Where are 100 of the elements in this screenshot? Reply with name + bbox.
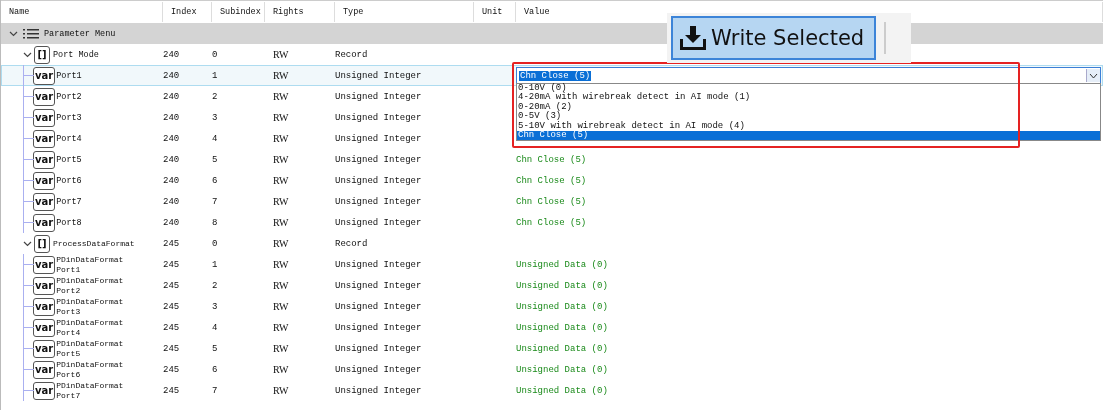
variable-icon: var — [33, 276, 56, 295]
type-cell-text: Unsigned Integer — [335, 385, 423, 396]
value-cell: Unsigned Data (0) — [516, 301, 608, 312]
type-cell-text: Unsigned Integer — [335, 175, 423, 186]
rights-cell-text: RW — [272, 364, 290, 375]
parameter-name: Port2 — [56, 91, 82, 102]
subindex-cell-text: 1 — [212, 70, 219, 81]
variable-icon: var — [33, 318, 56, 337]
rights-cell-text: RW — [272, 70, 290, 81]
variable-icon: var — [33, 339, 56, 358]
index-cell-text: 240 — [163, 217, 181, 228]
subindex-cell-text: 5 — [212, 343, 219, 354]
rights-cell-text: RW — [272, 154, 290, 165]
type-cell-text: Unsigned Integer — [335, 217, 423, 228]
subindex-cell-text: 4 — [212, 133, 219, 144]
subindex-cell-text: 5 — [212, 154, 219, 165]
value-cell: Unsigned Data (0) — [516, 364, 608, 375]
subindex-cell-text: 3 — [212, 301, 219, 312]
rights-cell-text: RW — [272, 301, 290, 312]
rights-cell-text: RW — [272, 91, 290, 102]
parameter-name: PDinDataFormat Port2 — [56, 275, 125, 296]
record-icon: [] — [34, 45, 50, 64]
value-cell: Chn Close (5) — [516, 175, 587, 186]
record-icon: [] — [34, 234, 50, 253]
rights-cell-text: RW — [272, 196, 290, 207]
type-cell-text: Unsigned Integer — [335, 280, 423, 291]
index-cell-text: 245 — [163, 364, 181, 375]
variable-icon: var — [33, 381, 56, 400]
subindex-cell-text: 2 — [212, 91, 219, 102]
rights-cell-text: RW — [272, 259, 290, 270]
rights-cell-text: RW — [272, 385, 290, 396]
parameter-name: Port1 — [56, 70, 82, 81]
index-cell-text: 240 — [163, 196, 181, 207]
value-cell: Chn Close (5) — [516, 217, 587, 228]
rights-cell-text: RW — [272, 343, 290, 354]
variable-icon: var — [33, 150, 56, 169]
parameter-name: ProcessDataFormat — [53, 238, 133, 249]
variable-icon: var — [33, 192, 56, 211]
type-cell-text: Unsigned Integer — [335, 196, 423, 207]
parameter-name: PDinDataFormat Port6 — [56, 359, 125, 380]
parameter-name: PDinDataFormat Port4 — [56, 317, 125, 338]
type-cell-text: Unsigned Integer — [335, 301, 423, 312]
value-cell: Unsigned Data (0) — [516, 280, 608, 291]
parameter-name: Port8 — [56, 217, 82, 228]
parameter-name: Port Mode — [53, 49, 99, 60]
variable-icon: var — [33, 66, 56, 85]
parameter-name: Port7 — [56, 196, 82, 207]
parameter-name: Port6 — [56, 175, 82, 186]
rights-cell-text: RW — [272, 322, 290, 333]
type-cell-text: Unsigned Integer — [335, 259, 423, 270]
variable-icon: var — [33, 213, 56, 232]
type-cell-text: Unsigned Integer — [335, 322, 423, 333]
parameter-name: Port3 — [56, 112, 82, 123]
variable-icon: var — [33, 87, 56, 106]
parameter-name: Port5 — [56, 154, 82, 165]
value-cell: Unsigned Data (0) — [516, 385, 608, 396]
subindex-cell-text: 0 — [212, 49, 219, 60]
type-cell-text: Unsigned Integer — [335, 133, 423, 144]
subindex-cell-text: 0 — [212, 238, 219, 249]
type-cell-text: Unsigned Integer — [335, 91, 423, 102]
index-cell-text: 240 — [163, 70, 181, 81]
value-cell: Unsigned Data (0) — [516, 322, 608, 333]
index-cell-text: 240 — [163, 91, 181, 102]
type-cell-text: Unsigned Integer — [335, 154, 423, 165]
type-cell-text: Unsigned Integer — [335, 70, 423, 81]
rights-cell-text: RW — [272, 175, 290, 186]
rights-cell-text: RW — [272, 112, 290, 123]
index-cell-text: 240 — [163, 49, 181, 60]
variable-icon: var — [33, 129, 56, 148]
rights-cell-text: RW — [272, 280, 290, 291]
subindex-cell-text: 6 — [212, 175, 219, 186]
variable-icon: var — [33, 360, 56, 379]
subindex-cell-text: 6 — [212, 364, 219, 375]
rights-cell-text: RW — [272, 133, 290, 144]
variable-icon: var — [33, 297, 56, 316]
index-cell-text: 240 — [163, 175, 181, 186]
subindex-cell-text: 2 — [212, 280, 219, 291]
subindex-cell-text: 3 — [212, 112, 219, 123]
index-cell-text: 245 — [163, 280, 181, 291]
type-cell-text: Record — [335, 238, 369, 249]
value-cell: Unsigned Data (0) — [516, 259, 608, 270]
index-cell-text: 240 — [163, 154, 181, 165]
type-cell-text: Unsigned Integer — [335, 112, 423, 123]
index-cell-text: 245 — [163, 238, 181, 249]
value-cell: Chn Close (5) — [516, 196, 587, 207]
subindex-cell-text: 8 — [212, 217, 219, 228]
parameter-name: Port4 — [56, 133, 82, 144]
value-cell: Chn Close (5) — [516, 154, 587, 165]
parameter-name: PDinDataFormat Port3 — [56, 296, 125, 317]
subindex-cell-text: 7 — [212, 385, 219, 396]
variable-icon: var — [33, 108, 56, 127]
rights-cell-text: RW — [272, 217, 290, 228]
type-cell-text: Record — [335, 49, 369, 60]
subindex-cell-text: 1 — [212, 259, 219, 270]
value-cell: Unsigned Data (0) — [516, 343, 608, 354]
index-cell-text: 245 — [163, 343, 181, 354]
type-cell-text: Unsigned Integer — [335, 364, 423, 375]
index-cell-text: 245 — [163, 322, 181, 333]
subindex-cell-text: 7 — [212, 196, 219, 207]
parameter-name: PDinDataFormat Port7 — [56, 380, 125, 401]
